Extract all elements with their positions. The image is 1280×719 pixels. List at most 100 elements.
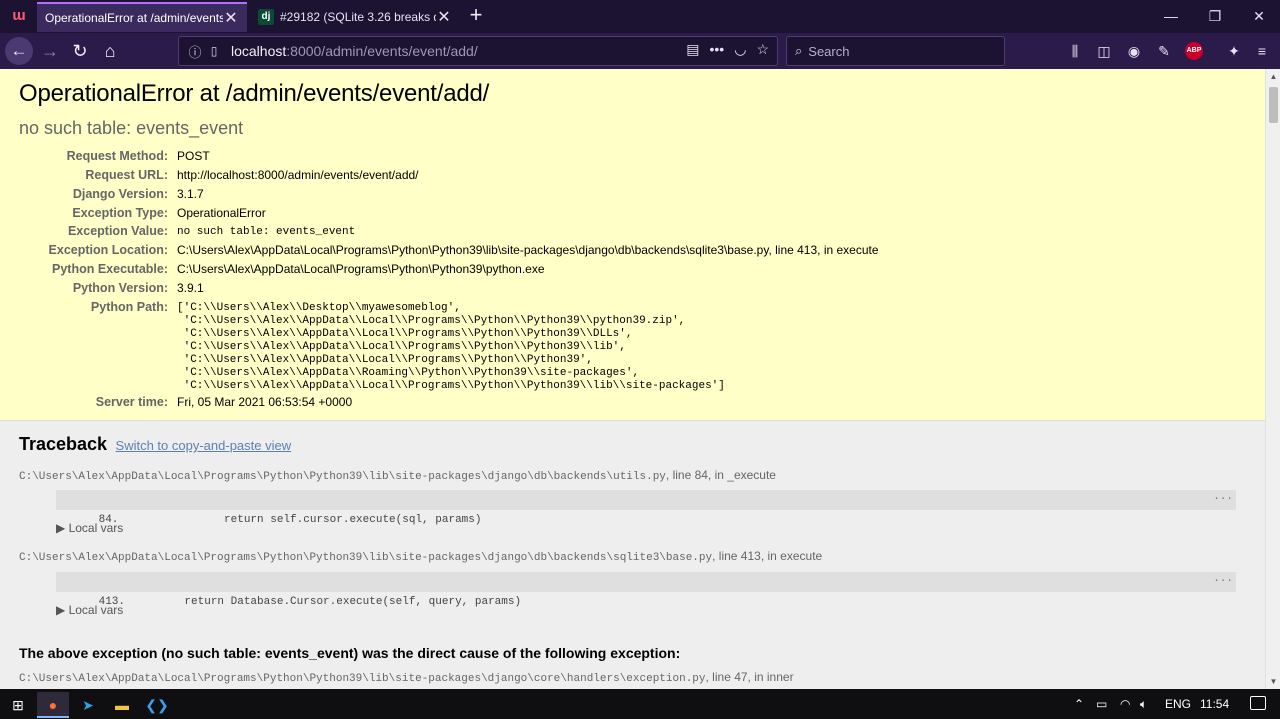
adblock-plus-icon[interactable]: ABP (1185, 42, 1203, 60)
file-explorer-icon[interactable]: ▬ (106, 692, 138, 718)
close-icon[interactable]: ✕ (436, 7, 452, 27)
code-text: 84. return self.cursor.execute(sql, para… (98, 514, 482, 526)
back-arrow-icon[interactable]: ← (5, 37, 33, 65)
page-icon: ▯ (210, 44, 218, 58)
home-icon[interactable]: ⌂ (96, 37, 124, 65)
url-bar[interactable]: ⓘ ▯ localhost:8000/admin/events/event/ad… (178, 36, 778, 66)
window-close-icon[interactable]: ✕ (1236, 0, 1280, 32)
forward-arrow-icon[interactable]: → (36, 37, 64, 65)
expand-context-ellipsis[interactable]: ... (1213, 569, 1233, 589)
firefox-icon[interactable]: ● (37, 692, 69, 718)
language-indicator[interactable]: ENG (1165, 689, 1191, 719)
firefox-view-icon[interactable]: ɯ (8, 6, 30, 26)
navigation-toolbar: ← → ↻ ⌂ ⓘ ▯ localhost:8000/admin/events/… (0, 33, 1280, 69)
pocket-icon[interactable]: ◡ (734, 41, 746, 58)
more-icon[interactable]: ••• (710, 41, 725, 58)
restore-icon[interactable]: ❐ (1192, 0, 1238, 32)
minimize-icon[interactable]: — (1148, 0, 1194, 32)
reload-icon[interactable]: ↻ (66, 37, 94, 65)
frame-code-line[interactable]: 84. return self.cursor.execute(sql, para… (56, 487, 1236, 526)
code-text: 413. return Database.Cursor.execute(self… (98, 596, 522, 608)
vertical-scrollbar[interactable]: ▲ ▼ (1265, 69, 1280, 689)
meta-row-python-path: Python Path: ['C:\\Users\\Alex\\Desktop\… (0, 300, 1260, 400)
meta-value: C:\Users\Alex\AppData\Local\Programs\Pyt… (177, 262, 545, 276)
frame-path: C:\Users\Alex\AppData\Local\Programs\Pyt… (19, 670, 794, 685)
search-placeholder: Search (808, 43, 850, 59)
url-host: localhost (231, 43, 287, 59)
meta-label: Exception Location: (48, 243, 168, 257)
search-input[interactable]: ⌕ Search (786, 36, 1005, 66)
meta-value: http://localhost:8000/admin/events/event… (177, 168, 419, 182)
vscode-icon[interactable]: ❮❯ (141, 692, 173, 718)
tab-operational-error[interactable]: OperationalError at /admin/events/ ✕ (37, 2, 247, 32)
frame-file: C:\Users\Alex\AppData\Local\Programs\Pyt… (19, 673, 706, 685)
wifi-icon[interactable]: ◠ (1120, 689, 1130, 719)
frame-path: C:\Users\Alex\AppData\Local\Programs\Pyt… (19, 549, 822, 564)
tab-django-ticket[interactable]: dj #29182 (SQLite 3.26 breaks data ✕ (250, 2, 460, 32)
traceback-header: Traceback Switch to copy-and-paste view (19, 434, 291, 455)
url-text[interactable]: localhost:8000/admin/events/event/add/ (231, 43, 478, 59)
meta-label: Python Executable: (52, 262, 168, 276)
page-content: OperationalError at /admin/events/event/… (0, 69, 1280, 689)
meta-label: Request Method: (66, 149, 168, 163)
reader-view-icon[interactable]: ▤ (686, 41, 699, 58)
new-tab-icon[interactable]: + (464, 3, 488, 29)
meta-row-exception-location: Exception Location: C:\Users\Alex\AppDat… (0, 243, 1260, 262)
local-vars-label: Local vars (68, 521, 124, 535)
notification-icon[interactable] (1250, 696, 1266, 710)
frame-file: C:\Users\Alex\AppData\Local\Programs\Pyt… (19, 552, 713, 564)
telegram-icon[interactable]: ➤ (72, 692, 104, 718)
cause-message: The above exception (no such table: even… (19, 645, 681, 661)
meta-value: ['C:\\Users\\Alex\\Desktop\\myawesomeblo… (177, 302, 725, 392)
windows-taskbar: ⊞ ● ➤ ▬ ❮❯ ⌃ ▭ ◠ 🔈︎ ENG 11:54 (0, 689, 1280, 719)
meta-label: Exception Type: (72, 206, 168, 220)
switch-view-link[interactable]: Switch to copy-and-paste view (116, 438, 292, 453)
clock[interactable]: 11:54 (1200, 689, 1229, 719)
tab-title: #29182 (SQLite 3.26 breaks data (280, 10, 436, 24)
hamburger-menu-icon[interactable]: ≡ (1252, 41, 1272, 61)
tab-title: OperationalError at /admin/events/ (45, 11, 223, 25)
meta-label: Exception Value: (67, 224, 168, 238)
meta-label: Python Path: (90, 300, 168, 314)
frame-code-line[interactable]: 413. return Database.Cursor.execute(self… (56, 569, 1236, 608)
meta-value: 3.1.7 (177, 187, 204, 201)
battery-icon[interactable]: ▭ (1096, 689, 1107, 719)
meta-value: OperationalError (177, 206, 266, 220)
meta-label: Django Version: (72, 187, 168, 201)
sidebar-icon[interactable]: ◫ (1094, 41, 1114, 61)
library-icon[interactable]: ⫼ (1065, 41, 1085, 61)
meta-row-exception-type: Exception Type: OperationalError (0, 206, 1260, 225)
meta-row-request-method: Request Method: POST (0, 149, 1260, 168)
django-favicon-icon: dj (258, 9, 274, 25)
close-icon[interactable]: ✕ (223, 8, 239, 28)
volume-icon[interactable]: 🔈︎ (1140, 689, 1147, 719)
scrollbar-thumb[interactable] (1269, 87, 1278, 123)
local-vars-toggle[interactable]: ▶ Local vars (56, 603, 123, 617)
meta-row-request-url: Request URL: http://localhost:8000/admin… (0, 168, 1260, 187)
expand-context-ellipsis[interactable]: ... (1213, 487, 1233, 507)
meta-label: Python Version: (72, 281, 168, 295)
frame-location: , line 47, in inner (705, 670, 794, 684)
star-icon[interactable]: ☆ (756, 41, 769, 58)
triangle-right-icon: ▶ (56, 603, 69, 617)
scroll-up-icon[interactable]: ▲ (1266, 72, 1280, 81)
account-icon[interactable]: ◉ (1124, 41, 1144, 61)
meta-row-python-executable: Python Executable: C:\Users\Alex\AppData… (0, 262, 1260, 281)
frame-location: , line 84, in _execute (665, 468, 776, 482)
meta-label: Server time: (95, 395, 168, 409)
extensions-icon[interactable]: ✦ (1224, 41, 1244, 61)
chevron-up-icon[interactable]: ⌃ (1074, 689, 1084, 719)
info-icon[interactable]: ⓘ (185, 42, 205, 61)
windows-start-icon[interactable]: ⊞ (0, 692, 36, 718)
scroll-down-icon[interactable]: ▼ (1266, 677, 1280, 686)
meta-row-python-version: Python Version: 3.9.1 (0, 281, 1260, 300)
page-title: OperationalError at /admin/events/event/… (19, 80, 490, 107)
meta-value: C:\Users\Alex\AppData\Local\Programs\Pyt… (177, 243, 879, 257)
meta-value: no such table: events_event (177, 226, 356, 238)
brush-icon[interactable]: ✎ (1154, 41, 1174, 61)
frame-file: C:\Users\Alex\AppData\Local\Programs\Pyt… (19, 471, 666, 483)
meta-row-server-time: Server time: Fri, 05 Mar 2021 06:53:54 +… (0, 395, 1260, 414)
triangle-right-icon: ▶ (56, 521, 69, 535)
local-vars-toggle[interactable]: ▶ Local vars (56, 521, 123, 535)
frame-path: C:\Users\Alex\AppData\Local\Programs\Pyt… (19, 468, 776, 483)
